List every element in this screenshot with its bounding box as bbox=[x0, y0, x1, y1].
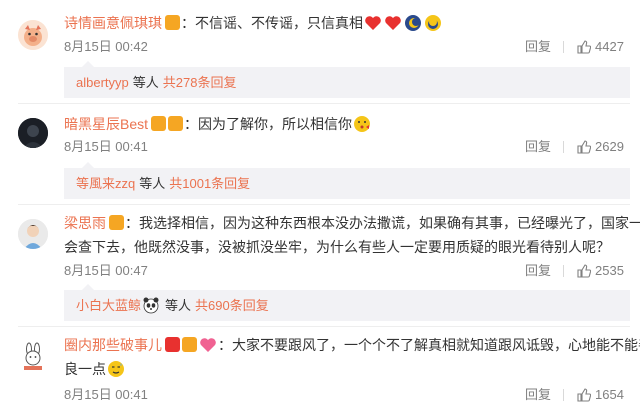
comment-text-continued: 良一点 bbox=[64, 361, 106, 377]
like-count: 2535 bbox=[595, 263, 624, 278]
like-button[interactable]: 2535 bbox=[577, 263, 624, 279]
heart-emoji-icon bbox=[199, 336, 217, 354]
pig-avatar-icon bbox=[18, 20, 48, 50]
like-button[interactable]: 1654 bbox=[577, 387, 624, 403]
heart-emoji-icon bbox=[364, 14, 382, 32]
sub-replies-bar: 等風来zzq 等人 共1001条回复 bbox=[64, 162, 630, 199]
dark-portrait-avatar-icon bbox=[18, 118, 48, 148]
comment-author[interactable]: 圈内那些破事儿 bbox=[64, 337, 162, 353]
comment-text: ：我选择相信，因为这种东西根本没办法撒谎，如果确有其事，已经曝光了，国家一定 bbox=[125, 215, 640, 231]
panda-emoji-icon bbox=[142, 294, 160, 314]
comment-time: 8月15日 00:47 bbox=[64, 263, 148, 278]
comment-text: ：因为了解你，所以相信你 bbox=[184, 116, 353, 132]
kiss-emoji-icon bbox=[353, 115, 371, 133]
reply-button[interactable]: 回复 bbox=[525, 39, 565, 55]
vip-badge-icon bbox=[168, 116, 184, 131]
vip-badge-icon bbox=[165, 15, 180, 30]
like-button[interactable]: 4427 bbox=[577, 39, 624, 55]
sub-reply-count-link[interactable]: 共278条回复 bbox=[163, 75, 237, 90]
rabbit-logo-avatar-icon bbox=[18, 342, 48, 372]
like-count: 4427 bbox=[595, 39, 624, 54]
sub-reply-user[interactable]: albertyyp bbox=[76, 75, 129, 90]
reply-button[interactable]: 回复 bbox=[525, 387, 565, 403]
girl-avatar-icon bbox=[18, 219, 48, 249]
thumbs-up-icon bbox=[577, 388, 591, 402]
user-avatar[interactable] bbox=[18, 20, 48, 50]
sub-reply-count-link[interactable]: 共690条回复 bbox=[195, 298, 269, 313]
verified-v-badge-icon bbox=[165, 337, 180, 352]
sub-reply-label: 等人 bbox=[132, 75, 159, 90]
comment-time: 8月15日 00:41 bbox=[64, 387, 148, 402]
sweat-smile-emoji-icon bbox=[107, 360, 125, 378]
thumbs-up-icon bbox=[577, 40, 591, 54]
comment-author[interactable]: 诗情画意佩琪琪 bbox=[64, 15, 162, 31]
heart-emoji-icon bbox=[384, 14, 402, 32]
vip-badge-icon bbox=[182, 337, 197, 352]
like-button[interactable]: 2629 bbox=[577, 139, 624, 155]
comment-author[interactable]: 梁思雨 bbox=[64, 215, 106, 231]
sub-reply-count-link[interactable]: 共1001条回复 bbox=[169, 176, 250, 191]
user-avatar[interactable] bbox=[18, 118, 48, 148]
user-avatar[interactable] bbox=[18, 219, 48, 249]
divider bbox=[18, 204, 630, 205]
sub-reply-user[interactable]: 小白大蓝鲸 bbox=[76, 298, 141, 313]
verified-v-badge-icon bbox=[151, 116, 167, 131]
divider bbox=[18, 103, 630, 104]
sub-replies-bar: 小白大蓝鲸 等人 共690条回复 bbox=[64, 284, 630, 321]
comment-text-continued: 会查下去，他既然没事，没被抓没坐牢，为什么有些人一定要用质疑的眼光看待别人呢？ bbox=[64, 239, 610, 255]
divider bbox=[18, 326, 630, 327]
reply-button[interactable]: 回复 bbox=[525, 139, 565, 155]
thumbs-up-icon bbox=[577, 264, 591, 278]
comment-text: ：大家不要跟风了，一个个不了解真相就知道跟风诋毁，心地能不能善 bbox=[218, 337, 640, 353]
like-count: 2629 bbox=[595, 139, 624, 154]
sub-replies-bar: albertyyp 等人 共278条回复 bbox=[64, 61, 630, 98]
thumbs-up-icon bbox=[577, 140, 591, 154]
sub-reply-user[interactable]: 等風来zzq bbox=[76, 176, 135, 191]
sub-reply-label: 等人 bbox=[165, 298, 192, 313]
moon-emoji-icon bbox=[404, 14, 422, 32]
sub-reply-label: 等人 bbox=[139, 176, 166, 191]
moon-emoji-icon bbox=[424, 14, 442, 32]
comment-time: 8月15日 00:41 bbox=[64, 139, 148, 154]
like-count: 1654 bbox=[595, 387, 624, 402]
comment-time: 8月15日 00:42 bbox=[64, 39, 148, 54]
comment-author[interactable]: 暗黑星辰Best bbox=[64, 116, 148, 132]
comment-text: ：不信谣、不传谣，只信真相 bbox=[181, 15, 363, 31]
reply-button[interactable]: 回复 bbox=[525, 263, 565, 279]
vip-badge-icon bbox=[109, 215, 124, 230]
user-avatar[interactable] bbox=[18, 342, 48, 372]
